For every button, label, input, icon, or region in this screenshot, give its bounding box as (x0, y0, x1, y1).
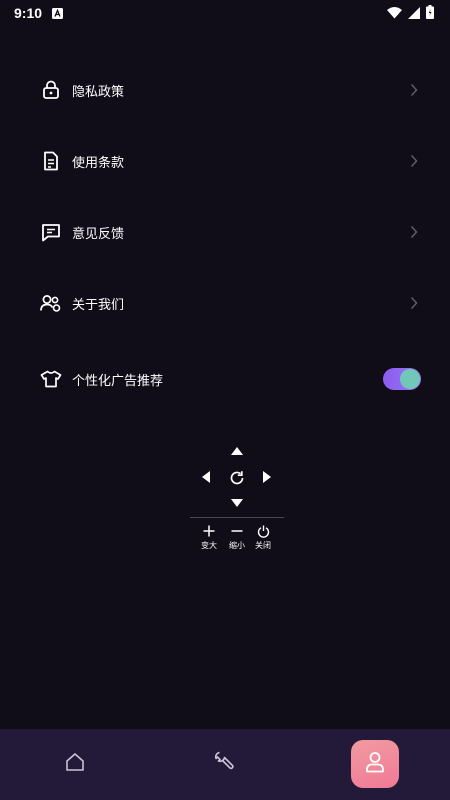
settings-item-label: 使用条款 (72, 155, 125, 171)
users-icon (40, 292, 62, 314)
tshirt-icon (40, 368, 62, 390)
chevron-right-icon (410, 83, 420, 97)
wrench-icon (214, 751, 236, 777)
settings-item-label: 隐私政策 (72, 84, 125, 100)
chevron-right-icon (410, 225, 420, 239)
refresh-button[interactable] (227, 468, 247, 488)
lock-icon (40, 79, 62, 101)
nav-profile[interactable] (351, 740, 399, 788)
settings-item-terms-of-use[interactable]: 使用条款 (0, 136, 450, 186)
message-icon (40, 221, 62, 243)
document-icon (40, 150, 62, 172)
settings-item-feedback[interactable]: 意见反馈 (0, 207, 450, 257)
nav-home[interactable] (51, 740, 99, 788)
signal-icon (408, 4, 420, 23)
wifi-icon (387, 4, 402, 23)
close-label: 关闭 (255, 541, 271, 550)
a-badge-icon (52, 4, 64, 23)
settings-item-label: 意见反馈 (72, 226, 125, 242)
zoom-in-label: 变大 (201, 541, 217, 550)
remote-control: 变大 缩小 关闭 (190, 440, 284, 555)
status-right (387, 4, 434, 23)
bottom-nav (0, 729, 450, 800)
arrow-up-button[interactable] (228, 444, 246, 458)
zoom-out-button[interactable] (229, 523, 245, 539)
chevron-right-icon (410, 154, 420, 168)
remote-divider (190, 517, 284, 518)
status-time: 9:10 (14, 5, 43, 21)
nav-tools[interactable] (201, 740, 249, 788)
personalized-ads-toggle[interactable] (383, 368, 421, 390)
zoom-in-button[interactable] (201, 523, 217, 539)
arrow-left-button[interactable] (199, 468, 213, 486)
toggle-knob (400, 369, 420, 389)
arrow-down-button[interactable] (228, 496, 246, 510)
settings-item-privacy-policy[interactable]: 隐私政策 (0, 65, 450, 115)
status-left: 9:10 (14, 4, 64, 23)
battery-icon (426, 4, 434, 23)
status-bar: 9:10 (0, 0, 450, 26)
settings-item-label: 关于我们 (72, 297, 125, 313)
settings-item-personalized-ads: 个性化广告推荐 (0, 354, 450, 404)
home-icon (65, 752, 85, 776)
arrow-right-button[interactable] (260, 468, 274, 486)
power-button[interactable] (255, 523, 271, 539)
settings-item-about-us[interactable]: 关于我们 (0, 278, 450, 328)
profile-icon (365, 751, 385, 777)
settings-item-label: 个性化广告推荐 (72, 373, 164, 389)
chevron-right-icon (410, 296, 420, 310)
